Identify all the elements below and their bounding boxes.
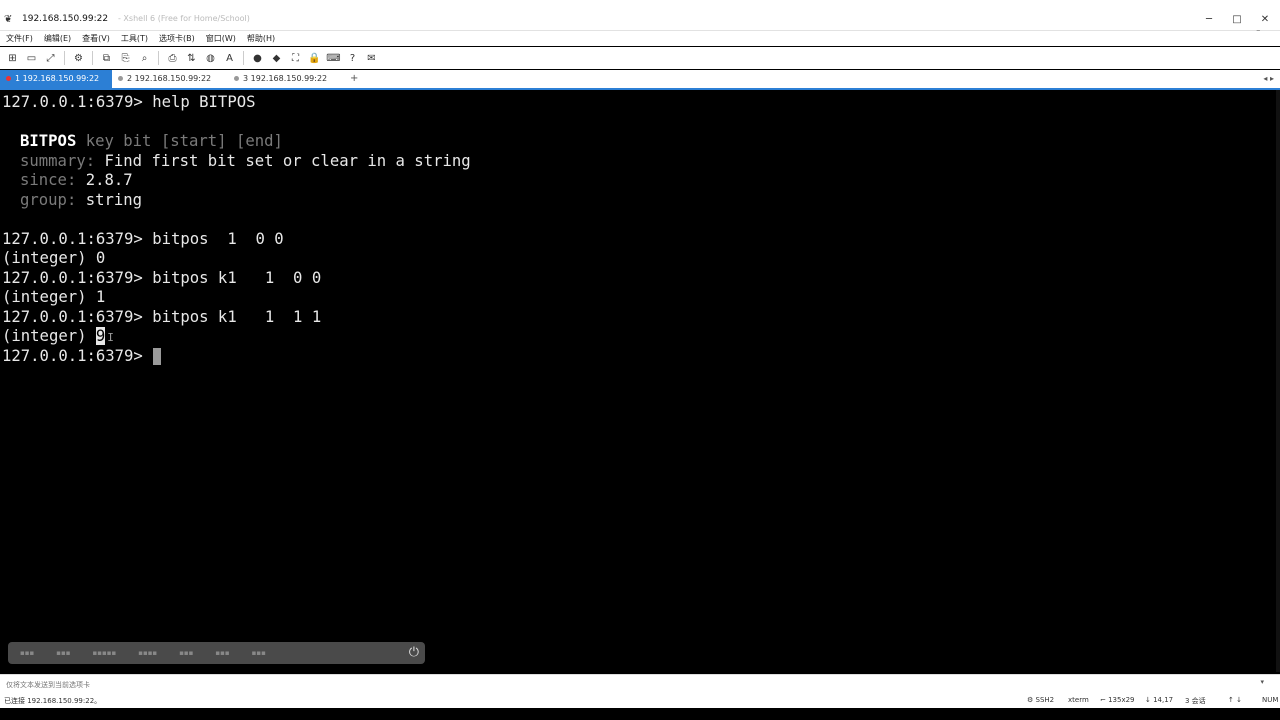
tab-list-icon[interactable]: ◂ ▸ bbox=[1263, 70, 1274, 88]
add-tab-button[interactable]: + bbox=[350, 70, 358, 88]
quick-command-bar: ▪▪▪ ▪▪▪ ▪▪▪▪▪ ▪▪▪▪ ▪▪▪ ▪▪▪ ▪▪▪ ⏻ bbox=[8, 642, 425, 664]
find-icon[interactable]: ⌕ bbox=[137, 51, 152, 66]
selected-text: 9 bbox=[95, 327, 106, 345]
toolbar-divider bbox=[64, 51, 65, 65]
menu-tabs[interactable]: 选项卡(B) bbox=[159, 31, 195, 46]
menu-window[interactable]: 窗口(W) bbox=[206, 31, 236, 46]
terminal-type: xterm bbox=[1068, 696, 1089, 704]
terminal-output[interactable]: 127.0.0.1:6379> help BITPOS BITPOS key b… bbox=[0, 90, 1276, 672]
tab-label: 3 192.168.150.99:22 bbox=[243, 74, 328, 83]
terminal-line: 127.0.0.1:6379> help BITPOS bbox=[2, 93, 256, 111]
terminal-line: (integer) 9I bbox=[2, 327, 114, 345]
menu-bar: 文件(F) 编辑(E) 查看(V) 工具(T) 选项卡(B) 窗口(W) 帮助(… bbox=[0, 31, 1280, 46]
keyboard-icon[interactable]: ⌨ bbox=[326, 51, 341, 66]
fullscreen-icon[interactable]: ⛶ bbox=[288, 51, 303, 66]
new-session-icon[interactable]: ⊞ bbox=[5, 51, 20, 66]
transfer-icon[interactable]: ⇅ bbox=[184, 51, 199, 66]
quick-command-button[interactable]: ▪▪▪ bbox=[20, 649, 34, 657]
menu-edit[interactable]: 编辑(E) bbox=[44, 31, 71, 46]
num-lock-status: NUM bbox=[1262, 696, 1279, 704]
terminal-line: BITPOS key bit [start] [end] bbox=[20, 132, 283, 150]
status-dot-icon bbox=[118, 76, 123, 81]
terminal-line: 127.0.0.1:6379> bitpos k1 1 1 1 bbox=[2, 307, 322, 326]
toolbar-divider bbox=[92, 51, 93, 65]
quick-command-button[interactable]: ▪▪▪ bbox=[56, 649, 70, 657]
open-folder-icon[interactable]: ▭ bbox=[24, 51, 39, 66]
menu-view[interactable]: 查看(V) bbox=[82, 31, 110, 46]
terminal-cursor bbox=[153, 347, 162, 365]
chevron-down-icon[interactable]: ▾ bbox=[1260, 678, 1264, 686]
print-icon[interactable]: ⎙ bbox=[165, 51, 180, 66]
window-subtitle: - Xshell 6 (Free for Home/School) bbox=[118, 14, 250, 23]
maximize-button[interactable]: □ bbox=[1230, 14, 1244, 25]
close-button[interactable]: ✕ bbox=[1258, 14, 1272, 25]
menu-file[interactable]: 文件(F) bbox=[6, 31, 33, 46]
app-logo-icon: ❦ bbox=[4, 14, 13, 25]
connection-status: 已连接 192.168.150.99:22。 bbox=[4, 697, 102, 705]
minimize-button[interactable]: ─ bbox=[1202, 14, 1216, 25]
terminal-line: group: string bbox=[20, 190, 143, 209]
status-bar: 已连接 192.168.150.99:22。 ⚙ SSH2 xterm ⌐ 13… bbox=[0, 693, 1280, 708]
status-dot-icon bbox=[234, 76, 239, 81]
text-cursor-icon: I bbox=[107, 331, 114, 344]
properties-icon[interactable]: ⚙ bbox=[71, 51, 86, 66]
toolbar-divider bbox=[243, 51, 244, 65]
terminal-size: ⌐ 135x29 bbox=[1100, 696, 1135, 704]
quick-command-button[interactable]: ▪▪▪▪▪ bbox=[92, 649, 116, 657]
terminal-line: since: 2.8.7 bbox=[20, 171, 133, 189]
scroll-icon[interactable]: ↑ ↓ bbox=[1228, 696, 1242, 704]
window-controls: ─ □ ✕ bbox=[1202, 14, 1272, 25]
chat-icon[interactable]: ✉ bbox=[364, 51, 379, 66]
toolbar-divider bbox=[158, 51, 159, 65]
quick-command-button[interactable]: ▪▪▪ bbox=[179, 649, 193, 657]
menu-help[interactable]: 帮助(H) bbox=[247, 31, 275, 46]
toolbar: ⊞ ▭ ⤢ ⚙ ⧉ ⎘ ⌕ ⎙ ⇅ ◍ A ● ◆ ⛶ 🔒 ⌨ ? ✉ bbox=[0, 47, 1280, 69]
help-icon[interactable]: ? bbox=[345, 51, 360, 66]
font-icon[interactable]: A bbox=[222, 51, 237, 66]
terminal-line: 127.0.0.1:6379> bbox=[2, 347, 162, 367]
tab-session-1[interactable]: 1 192.168.150.99:22 bbox=[0, 70, 112, 88]
tab-bar: 1 192.168.150.99:22 2 192.168.150.99:22 … bbox=[0, 70, 1280, 90]
protocol-status: ⚙ SSH2 bbox=[1027, 696, 1055, 704]
globe-icon[interactable]: ◍ bbox=[203, 51, 218, 66]
reconnect-icon[interactable]: ⤢ bbox=[43, 51, 58, 66]
xftp-icon[interactable]: ● bbox=[250, 51, 265, 66]
tab-session-2[interactable]: 2 192.168.150.99:22 bbox=[112, 70, 228, 88]
window-title: 192.168.150.99:22 bbox=[22, 14, 109, 24]
compose-bar: ▾ bbox=[0, 674, 1280, 693]
quick-command-button[interactable]: ▪▪▪ bbox=[215, 649, 229, 657]
tab-label: 1 192.168.150.99:22 bbox=[15, 74, 100, 83]
tab-session-3[interactable]: 3 192.168.150.99:22 bbox=[228, 70, 344, 88]
tab-label: 2 192.168.150.99:22 bbox=[127, 74, 212, 83]
terminal-line: 127.0.0.1:6379> bitpos 1 0 0 bbox=[2, 229, 284, 248]
quick-command-button[interactable]: ▪▪▪▪ bbox=[138, 649, 157, 657]
status-dot-icon bbox=[6, 76, 11, 81]
quick-command-button[interactable]: ▪▪▪ bbox=[252, 649, 266, 657]
menu-tools[interactable]: 工具(T) bbox=[121, 31, 148, 46]
lock-icon[interactable]: 🔒 bbox=[307, 51, 322, 66]
copy-icon[interactable]: ⧉ bbox=[99, 51, 114, 66]
terminal-line: (integer) 0 bbox=[2, 249, 106, 267]
session-count: 3 会话 bbox=[1185, 697, 1206, 705]
terminal-line: summary: Find first bit set or clear in … bbox=[20, 151, 471, 170]
xagent-icon[interactable]: ◆ bbox=[269, 51, 284, 66]
terminal-line: (integer) 1 bbox=[2, 288, 106, 306]
bottom-edge bbox=[0, 708, 1280, 720]
title-bar: ❦ 192.168.150.99:22 - Xshell 6 (Free for… bbox=[0, 0, 1280, 36]
paste-icon[interactable]: ⎘ bbox=[118, 51, 133, 66]
compose-input[interactable] bbox=[4, 677, 1248, 692]
cursor-position: ↓ 14,17 bbox=[1145, 696, 1174, 704]
terminal-scrollbar[interactable] bbox=[1276, 90, 1280, 672]
power-icon[interactable]: ⏻ bbox=[409, 645, 419, 660]
terminal-line: 127.0.0.1:6379> bitpos k1 1 0 0 bbox=[2, 268, 322, 287]
